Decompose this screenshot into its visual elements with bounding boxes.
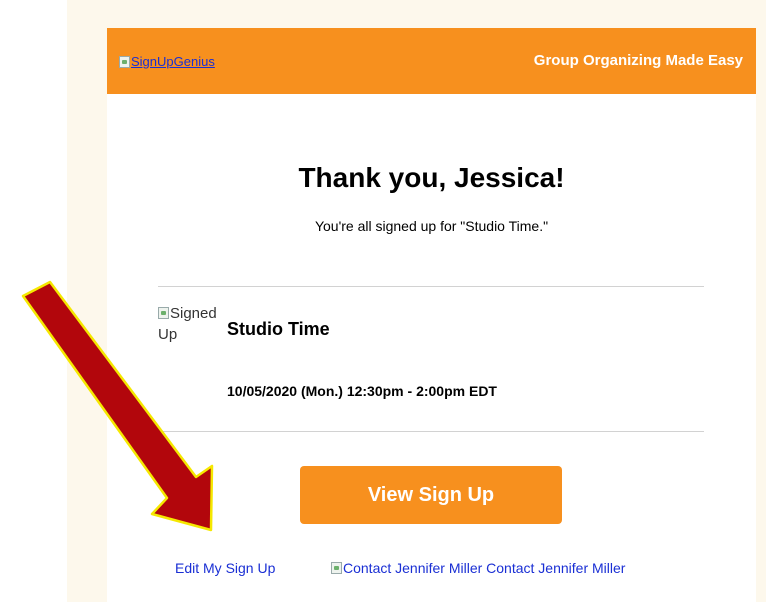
view-sign-up-button[interactable]: View Sign Up [300, 466, 562, 524]
broken-image-icon [119, 55, 130, 68]
confirmation-message: You're all signed up for "Studio Time." [314, 218, 549, 234]
email-header: SignUpGenius Group Organizing Made Easy [107, 28, 756, 94]
divider-top [158, 286, 704, 287]
signupgenius-logo-link[interactable]: SignUpGenius [119, 54, 215, 69]
broken-image-icon [331, 562, 342, 574]
contact-link-text: Contact Jennifer Miller Contact Jennifer… [343, 560, 626, 576]
thank-you-heading: Thank you, Jessica! [298, 162, 565, 193]
header-tagline: Group Organizing Made Easy [533, 52, 743, 69]
event-title: Studio Time [227, 319, 330, 339]
divider-bottom [158, 431, 704, 432]
event-datetime: 10/05/2020 (Mon.) 12:30pm - 2:00pm EDT [227, 383, 497, 399]
broken-image-icon [158, 307, 169, 319]
signed-up-image: Signed Up [158, 303, 224, 345]
logo-alt-text: SignUpGenius [131, 54, 215, 69]
edit-my-sign-up-link[interactable]: Edit My Sign Up [175, 560, 275, 576]
contact-organizer-link[interactable]: Contact Jennifer Miller Contact Jennifer… [331, 560, 625, 576]
